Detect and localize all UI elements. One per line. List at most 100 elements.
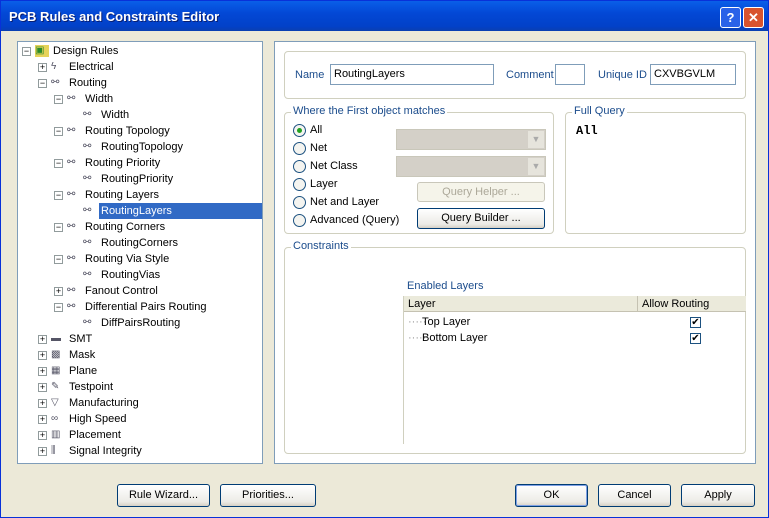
collapse-icon[interactable]: − <box>54 127 63 136</box>
unique-id-input[interactable]: CXVBGVLM <box>650 64 736 85</box>
high-speed-icon: ∞ <box>51 413 59 424</box>
tree-item[interactable]: + ▽ Manufacturing <box>18 395 262 411</box>
tree-item[interactable]: − ⚯ Routing <box>18 75 262 91</box>
net-class-combo[interactable]: ▼ <box>396 156 546 177</box>
collapse-icon[interactable]: − <box>38 79 47 88</box>
placement-icon: ▥ <box>51 429 61 440</box>
radio-all[interactable]: All <box>293 122 322 138</box>
expand-icon[interactable]: + <box>38 399 47 408</box>
tree-item[interactable]: ⚯ Width <box>18 107 262 123</box>
rules-tree[interactable]: − ▣ Design Rules + ϟ Electrical − ⚯ Routing − ⚯ Wid… <box>17 41 263 464</box>
rule-icon: ⚯ <box>83 269 92 280</box>
expand-icon[interactable]: + <box>38 415 47 424</box>
tree-item-label: RoutingCorners <box>101 237 179 249</box>
title-bar: PCB Rules and Constraints Editor <box>1 1 768 31</box>
tree-item[interactable]: ⚯ RoutingPriority <box>18 171 262 187</box>
expand-icon[interactable]: + <box>38 431 47 440</box>
tree-item[interactable]: − ⚯ Routing Via Style <box>18 251 262 267</box>
expand-icon[interactable]: + <box>38 335 47 344</box>
tree-item-label: Testpoint <box>69 381 114 393</box>
expand-icon[interactable]: + <box>54 287 63 296</box>
tree-item-label: RoutingVias <box>101 269 161 281</box>
tree-item[interactable]: − ⚯ Routing Corners <box>18 219 262 235</box>
chevron-down-icon: ▼ <box>528 131 544 148</box>
tree-item-label: Signal Integrity <box>69 445 142 457</box>
radio-net-class[interactable]: Net Class <box>293 158 358 174</box>
tree-item[interactable]: + ▬ SMT <box>18 331 262 347</box>
tree-item[interactable]: − ⚯ Routing Topology <box>18 123 262 139</box>
enabled-layers-label: Enabled Layers <box>407 280 484 292</box>
routing-icon: ⚯ <box>67 301 76 312</box>
expand-icon[interactable]: + <box>38 63 47 72</box>
tree-item[interactable]: + ∞ High Speed <box>18 411 262 427</box>
tree-item[interactable]: ⚯ RoutingLayers <box>18 203 262 219</box>
column-header-layer[interactable]: Layer <box>404 296 638 312</box>
tree-item[interactable]: + ✎ Testpoint <box>18 379 262 395</box>
collapse-icon[interactable]: − <box>54 255 63 264</box>
plane-icon: ▦ <box>51 365 61 376</box>
allow-routing-checkbox[interactable]: ✔ <box>690 333 701 344</box>
match-group-title: Where the First object matches <box>291 105 448 117</box>
tree-item[interactable]: ⚯ RoutingCorners <box>18 235 262 251</box>
tree-item[interactable]: − ⚯ Routing Layers <box>18 187 262 203</box>
routing-icon: ⚯ <box>67 285 76 296</box>
tree-item-label: SMT <box>69 333 93 345</box>
query-builder-button[interactable]: Query Builder ... <box>417 208 545 229</box>
electrical-icon: ϟ <box>51 61 57 72</box>
tree-item[interactable]: + ϟ Electrical <box>18 59 262 75</box>
tree-item[interactable]: − ⚯ Differential Pairs Routing <box>18 299 262 315</box>
tree-item[interactable]: + ⫼ Signal Integrity <box>18 443 262 459</box>
tree-item-label: Mask <box>69 349 96 361</box>
table-row[interactable]: ····· Bottom Layer ✔ <box>408 330 738 346</box>
query-helper-button[interactable]: Query Helper ... <box>417 182 545 202</box>
apply-button[interactable]: Apply <box>681 484 755 507</box>
allow-routing-checkbox[interactable]: ✔ <box>690 317 701 328</box>
tree-item-label: High Speed <box>69 413 127 425</box>
tree-item[interactable]: + ▦ Plane <box>18 363 262 379</box>
tree-item[interactable]: + ⚯ Fanout Control <box>18 283 262 299</box>
tree-item-label: Placement <box>69 429 121 441</box>
expand-icon[interactable]: + <box>38 447 47 456</box>
collapse-icon[interactable]: − <box>22 47 31 56</box>
tree-item-label: Plane <box>69 365 98 377</box>
radio-advanced-query[interactable]: Advanced (Query) <box>293 212 399 228</box>
tree-item[interactable]: − ⚯ Routing Priority <box>18 155 262 171</box>
rule-icon: ⚯ <box>83 173 92 184</box>
radio-layer[interactable]: Layer <box>293 176 338 192</box>
expand-icon[interactable]: + <box>38 383 47 392</box>
chevron-down-icon: ▼ <box>528 158 544 175</box>
smt-icon: ▬ <box>51 333 61 344</box>
rule-icon: ⚯ <box>83 205 92 216</box>
close-button[interactable]: ✕ <box>743 7 764 28</box>
tree-item[interactable]: ⚯ DiffPairsRouting <box>18 315 262 331</box>
tree-item[interactable]: ⚯ RoutingVias <box>18 267 262 283</box>
expand-icon[interactable]: + <box>38 367 47 376</box>
radio-net-and-layer[interactable]: Net and Layer <box>293 194 379 210</box>
expand-icon[interactable]: + <box>38 351 47 360</box>
tree-item-label: Width <box>85 93 114 105</box>
name-input[interactable]: RoutingLayers <box>330 64 494 85</box>
collapse-icon[interactable]: − <box>54 303 63 312</box>
tree-item[interactable]: ⚯ RoutingTopology <box>18 139 262 155</box>
collapse-icon[interactable]: − <box>54 95 63 104</box>
ok-button[interactable]: OK <box>515 484 588 507</box>
comment-input[interactable] <box>555 64 585 85</box>
routing-icon: ⚯ <box>67 93 76 104</box>
full-query-title: Full Query <box>572 105 627 117</box>
collapse-icon[interactable]: − <box>54 159 63 168</box>
tree-item-label: Fanout Control <box>85 285 158 297</box>
net-combo[interactable]: ▼ <box>396 129 546 150</box>
tree-item[interactable]: + ▩ Mask <box>18 347 262 363</box>
tree-item[interactable]: + ▥ Placement <box>18 427 262 443</box>
priorities-button[interactable]: Priorities... <box>220 484 316 507</box>
collapse-icon[interactable]: − <box>54 191 63 200</box>
collapse-icon[interactable]: − <box>54 223 63 232</box>
table-row[interactable]: ····· Top Layer ✔ <box>408 314 738 330</box>
column-header-allow-routing[interactable]: Allow Routing <box>638 296 746 312</box>
cancel-button[interactable]: Cancel <box>598 484 671 507</box>
radio-net[interactable]: Net <box>293 140 327 156</box>
help-button[interactable]: ? <box>720 7 741 28</box>
tree-item[interactable]: − ⚯ Width <box>18 91 262 107</box>
tree-item[interactable]: − ▣ Design Rules <box>18 43 262 59</box>
rule-wizard-button[interactable]: Rule Wizard... <box>117 484 210 507</box>
